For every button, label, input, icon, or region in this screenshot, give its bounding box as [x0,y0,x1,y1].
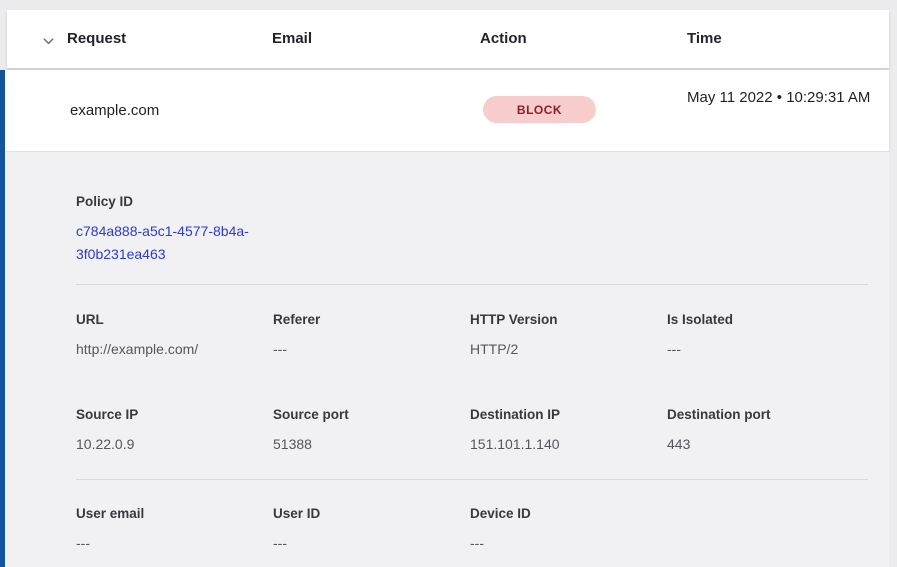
column-header-time: Time [687,10,722,68]
policy-id-link[interactable]: c784a888-a5c1-4577-8b4a-3f0b231ea463 [76,220,274,266]
field-value: --- [76,535,266,551]
field-destination-port: Destination port 443 [667,407,857,452]
field-referer: Referer --- [273,312,463,357]
field-value: --- [273,341,463,357]
log-table-header: Request Email Action Time [7,10,889,68]
request-timestamp: May 11 2022 • 10:29:31 AM [687,86,875,110]
field-value: 443 [667,436,857,452]
field-value: 51388 [273,436,463,452]
field-label: Source port [273,407,463,423]
field-label: URL [76,312,266,328]
field-http-version: HTTP Version HTTP/2 [470,312,660,357]
field-user-email: User email --- [76,506,266,551]
field-label: Destination IP [470,407,660,423]
field-value: 10.22.0.9 [76,436,266,452]
field-value: --- [667,341,857,357]
expanded-row-accent-bar [0,70,5,567]
request-log-page: { "table": { "headers": { "request": "Re… [0,0,897,567]
field-label: Device ID [470,506,660,522]
policy-id-label: Policy ID [76,194,133,209]
divider [76,284,868,285]
field-url: URL http://example.com/ [76,312,266,357]
request-detail-panel: Policy ID c784a888-a5c1-4577-8b4a-3f0b23… [0,151,889,567]
field-label: Destination port [667,407,857,423]
field-value: 151.101.1.140 [470,436,660,452]
field-label: Is Isolated [667,312,857,328]
field-value: --- [273,535,463,551]
field-label: User ID [273,506,463,522]
divider [76,479,868,480]
column-header-action: Action [480,10,527,68]
column-header-email: Email [272,10,312,68]
field-label: HTTP Version [470,312,660,328]
chevron-down-icon[interactable] [40,33,57,50]
request-domain: example.com [70,102,159,119]
field-label: Source IP [76,407,266,423]
field-is-isolated: Is Isolated --- [667,312,857,357]
action-block-badge: BLOCK [483,96,596,123]
field-source-port: Source port 51388 [273,407,463,452]
field-user-id: User ID --- [273,506,463,551]
field-label: Referer [273,312,463,328]
field-value: http://example.com/ [76,341,266,357]
field-destination-ip: Destination IP 151.101.1.140 [470,407,660,452]
field-value: --- [470,535,660,551]
column-header-request: Request [67,10,126,68]
field-value: HTTP/2 [470,341,660,357]
field-source-ip: Source IP 10.22.0.9 [76,407,266,452]
field-label: User email [76,506,266,522]
field-device-id: Device ID --- [470,506,660,551]
